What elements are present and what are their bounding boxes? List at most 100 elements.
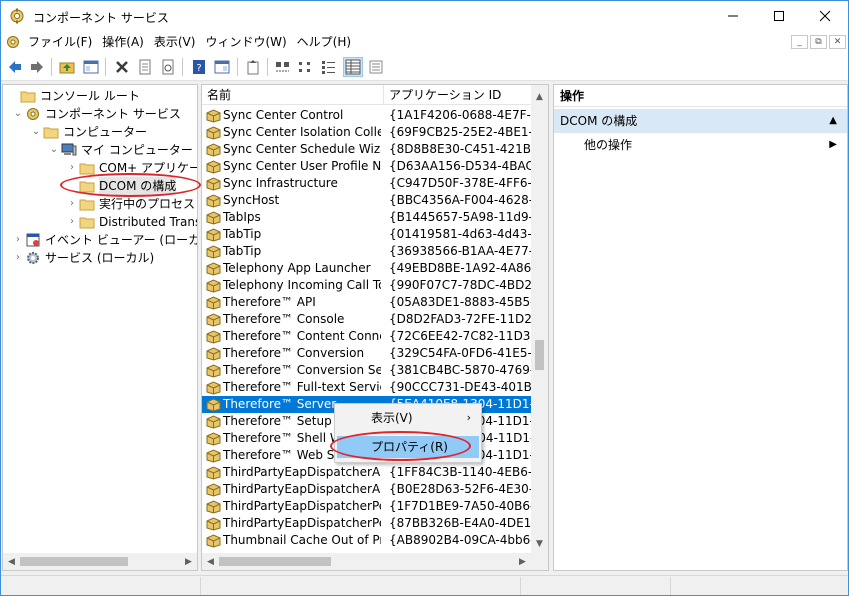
column-header-name[interactable]: 名前 xyxy=(202,85,382,105)
close-button[interactable] xyxy=(802,1,848,31)
table-row[interactable]: Sync Center Schedule Wizard {8D8B8E30-C45… xyxy=(202,141,533,158)
expand-toggle-icon[interactable]: › xyxy=(65,159,79,177)
show-hide-tree-button[interactable] xyxy=(81,57,101,77)
collapse-icon[interactable]: ▲ xyxy=(829,109,837,133)
table-row[interactable]: Therefore™ Conversion Servi... {381CB4BC-… xyxy=(202,362,533,379)
back-icon xyxy=(9,61,21,73)
tree-node[interactable]: › COM+ アプリケーシ xyxy=(65,159,197,177)
table-row[interactable]: Therefore™ Console {D8D2FAD3-72FE-11D2-AD xyxy=(202,311,533,328)
menu-window[interactable]: ウィンドウ(W) xyxy=(200,31,291,53)
export-list-button[interactable] xyxy=(243,57,263,77)
row-app-id: {8D8B8E30-C451-421B-855: xyxy=(389,142,533,156)
expand-toggle-icon[interactable]: › xyxy=(65,195,79,213)
show-hide-action-pane-button[interactable] xyxy=(212,57,232,77)
large-icons-button[interactable] xyxy=(273,57,293,77)
scroll-right-icon[interactable]: ▶ xyxy=(180,553,197,570)
table-row[interactable]: Sync Infrastructure {C947D50F-378E-4FF6-8… xyxy=(202,175,533,192)
table-row[interactable]: ThirdPartyEapDispatcherPee... {87BB326B-E… xyxy=(202,515,533,532)
tree-node-label: DCOM の構成 xyxy=(99,177,177,195)
tree-node[interactable]: DCOM の構成 xyxy=(65,177,177,195)
scrollbar-thumb[interactable] xyxy=(219,557,331,566)
back-button[interactable] xyxy=(5,57,25,77)
scroll-left-icon[interactable]: ◀ xyxy=(202,553,219,570)
table-row[interactable]: Sync Center Isolation Collect... {69F9CB2… xyxy=(202,124,533,141)
table-row[interactable]: Sync Center Control {1A1F4206-0688-4E7F-B… xyxy=(202,107,533,124)
maximize-button[interactable] xyxy=(756,1,802,31)
expand-toggle-icon[interactable]: ⌄ xyxy=(47,141,61,159)
menu-action[interactable]: 操作(A) xyxy=(97,31,149,53)
refresh-icon xyxy=(162,59,174,75)
table-row[interactable]: ThirdPartyEapDispatcherPee... {1F7D1BE9-7… xyxy=(202,498,533,515)
delete-button[interactable] xyxy=(112,57,132,77)
table-row[interactable]: Telephony App Launcher {49EBD8BE-1A92-4A8… xyxy=(202,260,533,277)
action-more-actions[interactable]: 他の操作 ▶ xyxy=(554,134,847,156)
scroll-down-icon[interactable]: ▼ xyxy=(531,535,548,552)
mdi-close-button[interactable]: ✕ xyxy=(829,35,846,49)
table-row[interactable]: Telephony Incoming Call To... {990F07C7-7… xyxy=(202,277,533,294)
expand-toggle-icon[interactable]: › xyxy=(11,249,25,267)
table-row[interactable]: ThirdPartyEapDispatcherAut... {B0E28D63-5… xyxy=(202,481,533,498)
tree-node[interactable]: › 実行中のプロセス xyxy=(65,195,195,213)
tree-node[interactable]: ⌄ マイ コンピューター xyxy=(47,141,193,159)
table-row[interactable]: Therefore™ Content Connec... {72C6EE42-7C… xyxy=(202,328,533,345)
row-app-id: {90CCC731-DE43-401B-A18 xyxy=(389,380,533,394)
scrollbar-thumb[interactable] xyxy=(535,340,544,370)
table-row[interactable]: Therefore™ Full-text Service {90CCC731-DE… xyxy=(202,379,533,396)
tree-node-label: サービス (ローカル) xyxy=(45,251,155,265)
row-name: Sync Center Isolation Collect... xyxy=(223,125,381,139)
tree-node[interactable]: ⌄ コンポーネント サービス xyxy=(11,105,181,123)
scroll-up-icon[interactable]: ▲ xyxy=(531,88,548,105)
menu-view[interactable]: 表示(V) xyxy=(149,31,201,53)
context-menu-properties[interactable]: プロパティ(R) xyxy=(337,436,479,458)
list-view-button[interactable] xyxy=(319,57,339,77)
expand-toggle-icon[interactable]: › xyxy=(65,213,79,231)
tree-node[interactable]: › イベント ビューアー (ローカル) xyxy=(11,231,197,249)
table-row[interactable]: ThirdPartyEapDispatcherAut... {1FF84C3B-1… xyxy=(202,464,533,481)
scroll-left-icon[interactable]: ◀ xyxy=(3,553,20,570)
menu-file[interactable]: ファイル(F) xyxy=(23,31,97,53)
scrollbar-thumb[interactable] xyxy=(20,557,128,566)
table-row[interactable]: SyncHost {BBC4356A-F004-4628-A27. xyxy=(202,192,533,209)
table-row[interactable]: Sync Center User Profile Not... {D63AA156… xyxy=(202,158,533,175)
mdi-minimize-button[interactable]: _ xyxy=(791,35,808,49)
forward-button[interactable] xyxy=(27,57,47,77)
small-icons-button[interactable] xyxy=(296,57,316,77)
list-vertical-scrollbar[interactable]: ▲ ▼ xyxy=(531,85,548,555)
tree-node[interactable]: コンソール ルート xyxy=(6,87,140,105)
expand-toggle-icon[interactable]: ⌄ xyxy=(11,105,25,123)
actions-section-dcom[interactable]: DCOM の構成 ▲ xyxy=(554,109,847,133)
mdi-restore-button[interactable]: ⧉ xyxy=(810,35,827,49)
expand-toggle-icon[interactable]: › xyxy=(11,231,25,249)
tree-node-label: 実行中のプロセス xyxy=(99,197,196,211)
column-header-app-id[interactable]: アプリケーション ID xyxy=(384,85,533,105)
menu-help[interactable]: ヘルプ(H) xyxy=(292,31,356,53)
help-button[interactable]: ? xyxy=(189,57,209,77)
list-horizontal-scrollbar[interactable]: ◀ ▶ xyxy=(202,553,548,570)
detail-view-button[interactable] xyxy=(343,57,363,77)
tile-view-button[interactable] xyxy=(366,57,386,77)
tree-node[interactable]: ⌄ コンピューター xyxy=(29,123,147,141)
table-row[interactable]: TabTip {36938566-B1AA-4E77-9B3( xyxy=(202,243,533,260)
status-bar xyxy=(1,575,848,595)
tree-node[interactable]: › サービス (ローカル) xyxy=(11,249,154,267)
tree-node[interactable]: › Distributed Transa xyxy=(65,213,197,231)
refresh-button[interactable] xyxy=(158,57,178,77)
tree-node-label: COM+ アプリケーシ xyxy=(99,161,197,175)
table-row[interactable]: TabTip {01419581-4d63-4d43-ac26 xyxy=(202,226,533,243)
row-app-id: {72C6EE42-7C82-11D3-8E68 xyxy=(389,329,533,343)
row-app-id: {69F9CB25-25E2-4BE1-AB8I xyxy=(389,125,533,139)
minimize-button[interactable] xyxy=(710,1,756,31)
table-row[interactable]: Therefore™ Conversion {329C54FA-0FD6-41E5… xyxy=(202,345,533,362)
tree-horizontal-scrollbar[interactable]: ◀ ▶ xyxy=(3,553,197,570)
table-row[interactable]: TabIps {B1445657-5A98-11d9-A4E5 xyxy=(202,209,533,226)
table-row[interactable]: Therefore™ API {05A83DE1-8883-45B5-96B( xyxy=(202,294,533,311)
console-icon[interactable] xyxy=(5,34,21,50)
up-one-level-button[interactable] xyxy=(57,57,77,77)
table-row[interactable]: Thumbnail Cache Out of Pro... {AB8902B4-0… xyxy=(202,532,533,549)
properties-button[interactable] xyxy=(135,57,155,77)
expand-toggle-icon[interactable]: ⌄ xyxy=(29,123,43,141)
dcom-app-box-icon xyxy=(206,160,221,174)
context-menu-view[interactable]: 表示(V) › xyxy=(337,407,479,429)
scroll-right-icon[interactable]: ▶ xyxy=(514,553,531,570)
